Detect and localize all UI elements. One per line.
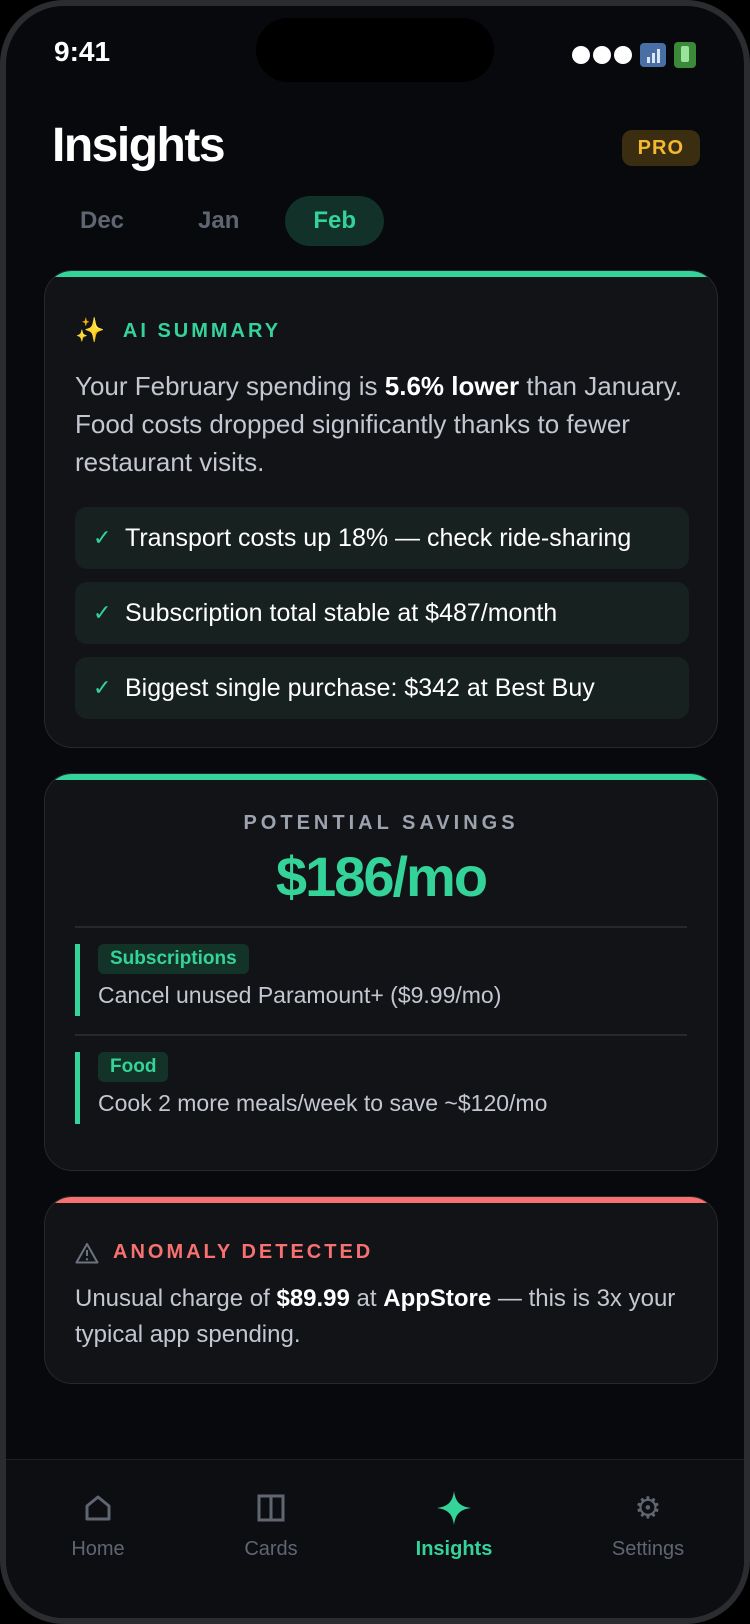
- potential-savings-card: POTENTIAL SAVINGS $186/mo Subscriptions …: [44, 773, 718, 1171]
- pro-badge[interactable]: PRO: [621, 130, 700, 166]
- check-icon: ✓: [93, 600, 112, 625]
- tab-jan[interactable]: Jan: [170, 196, 267, 246]
- nav-home[interactable]: Home: [18, 1488, 178, 1561]
- anomaly-header: ANOMALY DETECTED: [75, 1241, 373, 1264]
- nav-insights[interactable]: Insights: [374, 1488, 534, 1561]
- insight-point-text: Biggest single purchase: $342 at Best Bu…: [125, 673, 595, 702]
- battery-icon: [674, 42, 696, 68]
- anomaly-label: ANOMALY DETECTED: [113, 1241, 374, 1263]
- tab-dec[interactable]: Dec: [52, 196, 152, 246]
- nav-cards[interactable]: Cards: [191, 1488, 351, 1561]
- tab-feb[interactable]: Feb: [285, 196, 385, 246]
- ai-summary-highlight: 5.6% lower: [384, 371, 520, 401]
- savings-item-text: Cook 2 more meals/week to save ~$120/mo: [98, 1090, 548, 1116]
- savings-amount: $186/mo: [275, 845, 488, 908]
- category-tag: Food: [98, 1052, 169, 1082]
- sparkle-icon: [374, 1488, 534, 1528]
- divider: [75, 1034, 687, 1036]
- anomaly-text: Unusual charge of $89.99 at AppStore — t…: [75, 1281, 689, 1353]
- status-time: 9:41: [54, 36, 111, 67]
- savings-item[interactable]: Subscriptions Cancel unused Paramount+ (…: [75, 944, 689, 1016]
- savings-label: POTENTIAL SAVINGS: [243, 812, 519, 834]
- insight-point[interactable]: ✓ Transport costs up 18% — check ride-sh…: [75, 507, 689, 569]
- bottom-nav: Home Cards Insights ⚙ Settings: [6, 1459, 744, 1618]
- ai-summary-text-start: Your February spending is: [75, 371, 385, 401]
- wifi-icon: [640, 43, 666, 67]
- anomaly-text-at: at: [349, 1285, 384, 1312]
- ai-summary-card: ✨ AI SUMMARY Your February spending is 5…: [44, 270, 718, 748]
- insight-point[interactable]: ✓ Biggest single purchase: $342 at Best …: [75, 657, 689, 719]
- insight-point-text: Subscription total stable at $487/month: [125, 598, 558, 627]
- anomaly-card[interactable]: ANOMALY DETECTED Unusual charge of $89.9…: [44, 1196, 718, 1384]
- ai-summary-header: ✨ AI SUMMARY: [75, 319, 281, 343]
- anomaly-amount: $89.99: [276, 1285, 350, 1312]
- ai-summary-label: AI SUMMARY: [122, 319, 282, 342]
- signal-icon: [572, 46, 632, 64]
- gear-icon: ⚙: [634, 1491, 662, 1525]
- insight-point[interactable]: ✓ Subscription total stable at $487/mont…: [75, 582, 689, 644]
- nav-cards-label: Cards: [244, 1538, 298, 1560]
- card-accent-bar: [45, 271, 717, 277]
- savings-item-text: Cancel unused Paramount+ ($9.99/mo): [98, 982, 502, 1008]
- sparkles-icon: ✨: [75, 317, 105, 344]
- insight-point-text: Transport costs up 18% — check ride-shar…: [125, 523, 632, 552]
- page-title: Insights: [52, 119, 226, 172]
- anomaly-merchant: AppStore: [383, 1285, 492, 1312]
- status-icons: [572, 42, 696, 68]
- dynamic-island: [256, 18, 494, 82]
- anomaly-text-start: Unusual charge of: [75, 1285, 277, 1312]
- divider: [75, 926, 687, 928]
- home-icon: [18, 1488, 178, 1528]
- card-accent-bar: [45, 774, 717, 780]
- nav-settings-label: Settings: [611, 1538, 685, 1560]
- cards-icon: [191, 1488, 351, 1528]
- nav-home-label: Home: [71, 1538, 125, 1560]
- status-bar: 9:41: [6, 6, 744, 102]
- warning-icon: [75, 1242, 99, 1263]
- check-icon: ✓: [93, 675, 112, 700]
- phone-frame: 9:41 Insights PRO Dec Jan Feb ✨ AI SUMMA…: [0, 0, 750, 1624]
- card-accent-bar: [45, 1197, 717, 1203]
- ai-summary-text: Your February spending is 5.6% lower tha…: [75, 367, 689, 481]
- nav-settings[interactable]: ⚙ Settings: [568, 1488, 728, 1561]
- savings-item[interactable]: Food Cook 2 more meals/week to save ~$12…: [75, 1052, 689, 1124]
- month-tabs: Dec Jan Feb: [52, 196, 385, 246]
- nav-insights-label: Insights: [415, 1538, 493, 1560]
- category-tag: Subscriptions: [98, 944, 249, 974]
- check-icon: ✓: [93, 525, 112, 550]
